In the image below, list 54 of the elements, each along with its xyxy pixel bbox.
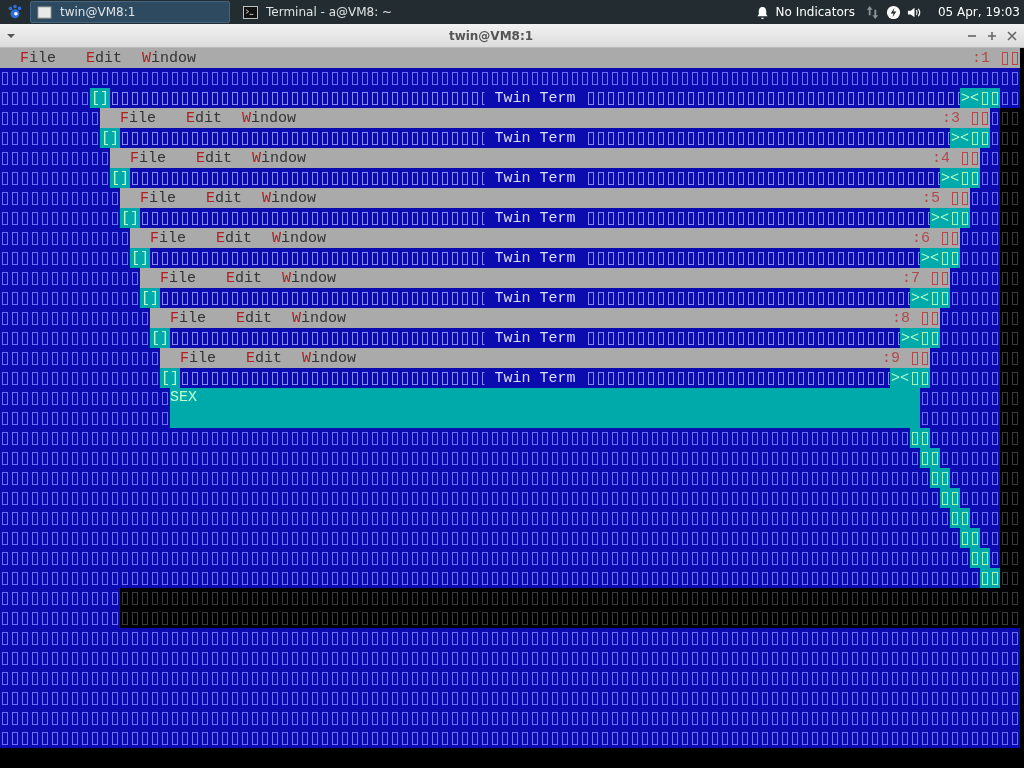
menu-item[interactable]: File: [170, 309, 207, 327]
window-number: :6: [912, 229, 930, 247]
window-title: twin@VM8:1: [447, 28, 535, 43]
caret-icon[interactable]: [6, 32, 16, 39]
window-number: :1: [972, 49, 990, 67]
menu-item[interactable]: Window: [292, 309, 347, 327]
window-icon: [37, 5, 52, 19]
menu-item[interactable]: Edit: [246, 349, 283, 367]
menu-item[interactable]: Edit: [216, 229, 253, 247]
panel-text: SEX: [170, 388, 197, 408]
window-number: :7: [902, 269, 920, 287]
window-title: Twin Term: [493, 209, 577, 227]
indicator-label[interactable]: No Indicators: [775, 5, 855, 19]
menu-item[interactable]: Window: [252, 149, 307, 167]
paw-icon[interactable]: [6, 3, 24, 21]
window-number: :3: [942, 109, 960, 127]
menu-item[interactable]: Window: [302, 349, 357, 367]
window-number: :4: [932, 149, 950, 167]
window-number: :9: [882, 349, 900, 367]
menu-item[interactable]: File: [160, 269, 197, 287]
window-title: Twin Term: [493, 369, 577, 387]
clock[interactable]: 05 Apr, 19:03: [937, 5, 1020, 19]
close-icon[interactable]: [1006, 29, 1018, 42]
menu-item[interactable]: Edit: [86, 49, 123, 67]
menu-item[interactable]: Window: [262, 189, 317, 207]
menu-item[interactable]: Edit: [196, 149, 233, 167]
menu-item[interactable]: File: [150, 229, 187, 247]
menu-item[interactable]: Window: [282, 269, 337, 287]
terminal-icon: [243, 5, 258, 19]
window-number: :8: [892, 309, 910, 327]
menu-item[interactable]: File: [20, 49, 57, 67]
menu-item[interactable]: Edit: [186, 109, 223, 127]
window-title: Twin Term: [493, 329, 577, 347]
window-title: Twin Term: [493, 249, 577, 267]
maximize-icon[interactable]: [986, 29, 998, 42]
menu-item[interactable]: File: [180, 349, 217, 367]
menu-item[interactable]: Window: [142, 49, 197, 67]
taskbar-button[interactable]: twin@VM8:1: [30, 1, 230, 23]
network-icon[interactable]: [864, 4, 880, 20]
window-title: Twin Term: [493, 289, 577, 307]
menu-item[interactable]: Edit: [226, 269, 263, 287]
menu-item[interactable]: Edit: [236, 309, 273, 327]
menu-item[interactable]: Edit: [206, 189, 243, 207]
window-number: :5: [922, 189, 940, 207]
window-title: Twin Term: [493, 89, 577, 107]
window-title: Twin Term: [493, 169, 577, 187]
window-title: Twin Term: [493, 129, 577, 147]
menu-item[interactable]: File: [140, 189, 177, 207]
menu-item[interactable]: File: [130, 149, 167, 167]
power-icon[interactable]: [885, 4, 901, 20]
menu-item[interactable]: File: [120, 109, 157, 127]
menu-item[interactable]: Window: [272, 229, 327, 247]
menu-item[interactable]: Window: [242, 109, 297, 127]
taskbar-button[interactable]: Terminal - a@VM8: ~: [236, 1, 436, 23]
